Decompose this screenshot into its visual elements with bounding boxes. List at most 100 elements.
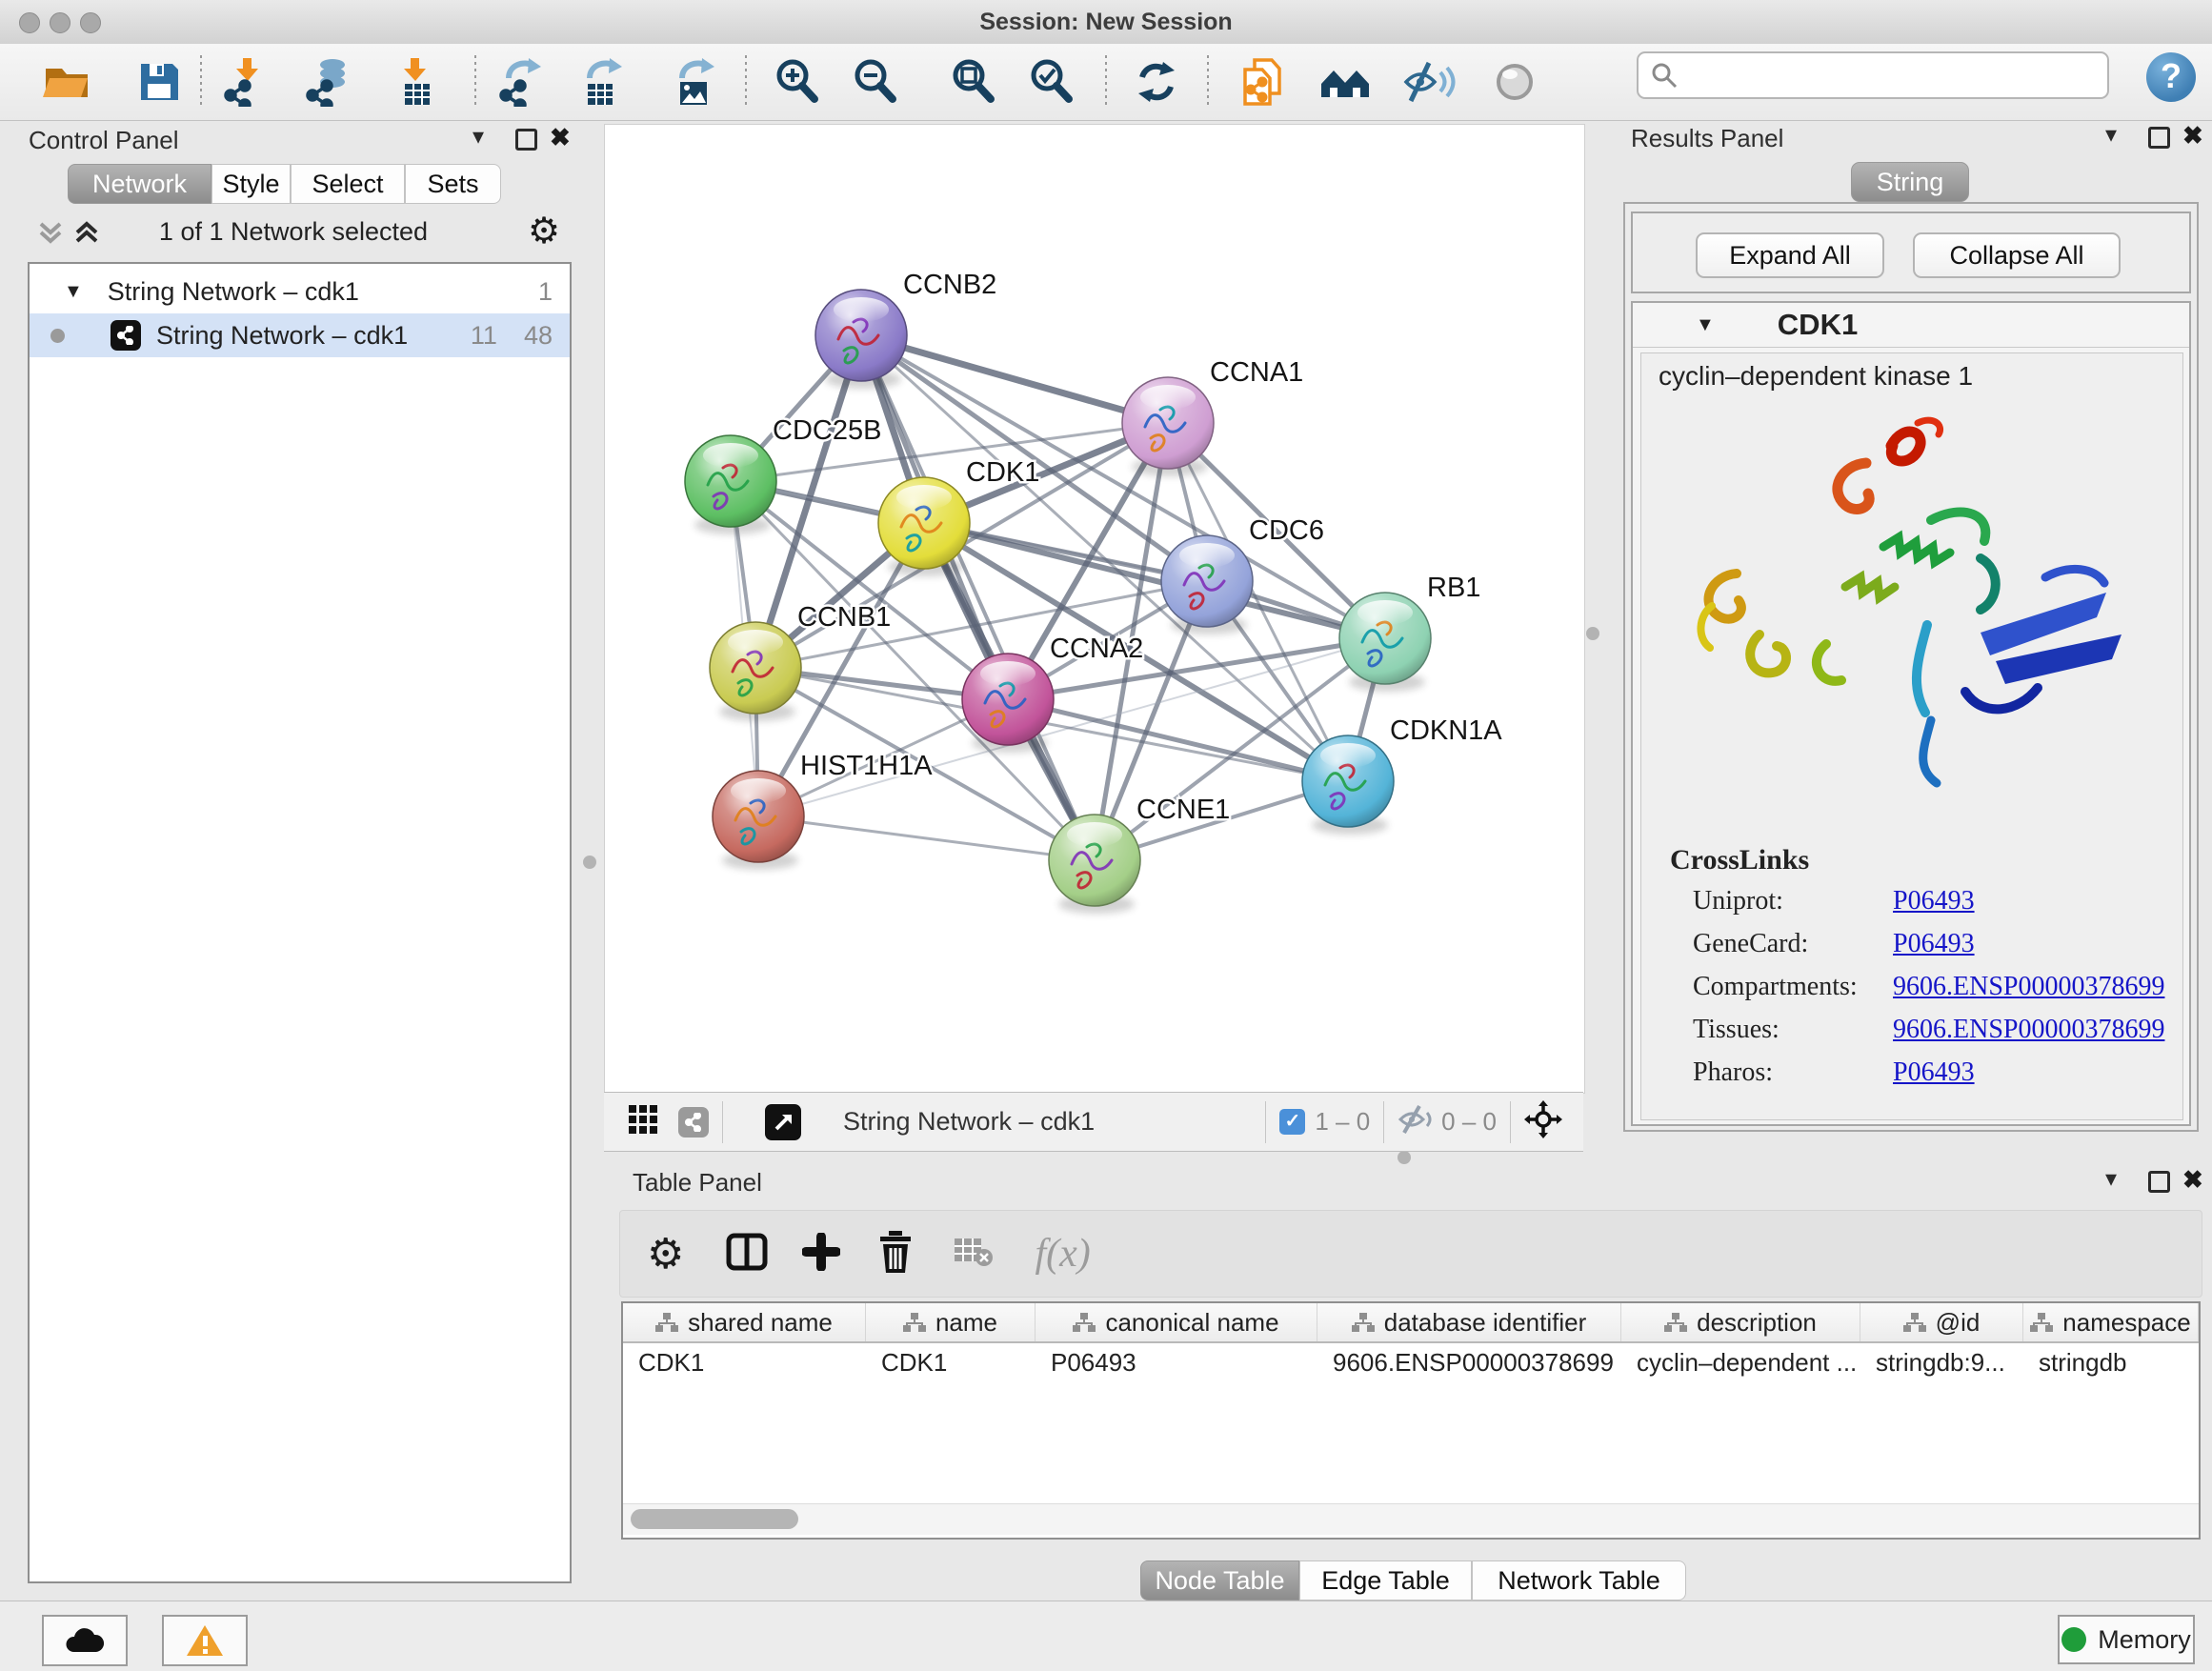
network-node-HIST1H1A[interactable] [713, 771, 804, 870]
network-node-CDC6[interactable] [1161, 535, 1253, 634]
crosslinks-list: Uniprot:P06493GeneCard:P06493Compartment… [1693, 879, 2169, 1094]
node-label-CCNB2: CCNB2 [903, 270, 996, 300]
column-tree-icon [1352, 1312, 1375, 1333]
help-icon[interactable]: ? [2146, 52, 2196, 102]
column-header-description[interactable]: description [1621, 1303, 1860, 1341]
crosslink-value-link[interactable]: P06493 [1893, 929, 1975, 959]
zoom-fit-icon[interactable] [943, 53, 1004, 111]
crosslink-value-link[interactable]: 9606.ENSP00000378699 [1893, 972, 2164, 1002]
cell-description[interactable]: cyclin–dependent ... [1621, 1343, 1860, 1381]
add-column-plus-icon[interactable] [802, 1233, 840, 1276]
network-node-CDKN1A[interactable] [1302, 735, 1394, 835]
delete-table-icon[interactable] [953, 1235, 995, 1274]
tab-string[interactable]: String [1851, 162, 1969, 202]
crosslink-value-link[interactable]: 9606.ENSP00000378699 [1893, 1015, 2164, 1045]
search-input[interactable] [1637, 51, 2109, 99]
network-edge-CCNB2-CCNE1[interactable] [861, 335, 1095, 860]
network-node-CDK1[interactable] [878, 477, 970, 576]
column-header-database-identifier[interactable]: database identifier [1317, 1303, 1621, 1341]
show-all-networks-icon[interactable] [1316, 53, 1377, 111]
collapse-triangle-icon[interactable]: ▼ [64, 281, 83, 303]
export-network-icon[interactable] [492, 53, 553, 111]
cloud-status-button[interactable] [42, 1615, 128, 1666]
cell-namespace[interactable]: stringdb [2023, 1343, 2199, 1381]
import-table-file-icon[interactable] [386, 53, 447, 111]
table-panel-menu-icon[interactable]: ▾ [2105, 1168, 2117, 1191]
section-collapse-triangle-icon[interactable]: ▼ [1696, 314, 1715, 336]
table-horizontal-scrollbar[interactable] [623, 1503, 2199, 1535]
hide-selected-eye-slash-icon[interactable] [1398, 53, 1459, 111]
network-node-CCNE1[interactable] [1049, 815, 1140, 914]
cell-shared-name[interactable]: CDK1 [623, 1343, 866, 1381]
network-node-CCNA1[interactable] [1122, 377, 1214, 476]
collapse-all-chevron-icon[interactable] [36, 219, 65, 252]
expand-all-chevron-icon[interactable] [72, 219, 101, 252]
pan-crosshair-icon[interactable] [1524, 1100, 1562, 1143]
network-node-CDC25B[interactable] [685, 435, 776, 534]
zoom-out-icon[interactable] [845, 53, 906, 111]
cell-name[interactable]: CDK1 [866, 1343, 1036, 1381]
tab-sets[interactable]: Sets [405, 164, 501, 204]
results-panel-menu-icon[interactable]: ▾ [2105, 124, 2117, 147]
control-panel-close-icon[interactable]: ✖ [550, 125, 571, 150]
tab-edge-table[interactable]: Edge Table [1299, 1560, 1472, 1601]
export-table-icon[interactable] [573, 53, 633, 111]
column-header-namespace[interactable]: namespace [2023, 1303, 2199, 1341]
tab-network-table[interactable]: Network Table [1472, 1560, 1686, 1601]
open-file-icon[interactable] [36, 53, 97, 111]
warning-status-button[interactable] [162, 1615, 248, 1666]
selected-nodes-checkbox-icon[interactable]: ✓ [1279, 1109, 1305, 1135]
delete-column-trash-icon[interactable] [876, 1231, 915, 1278]
column-header-shared-name[interactable]: shared name [623, 1303, 866, 1341]
control-panel-float-icon[interactable] [515, 129, 537, 151]
zoom-in-icon[interactable] [767, 53, 828, 111]
column-header-@id[interactable]: @id [1860, 1303, 2023, 1341]
network-options-gear-icon[interactable]: ⚙ [528, 210, 560, 252]
results-panel-float-icon[interactable] [2148, 127, 2170, 149]
network-canvas[interactable]: CCNB2CCNA1CDC25BCDK1CDC6RB1CCNB1CCNA2CDK… [604, 124, 1585, 1094]
network-node-CCNB1[interactable] [710, 622, 801, 721]
network-collection-row[interactable]: ▼ String Network – cdk1 1 [30, 270, 570, 313]
refresh-icon[interactable] [1126, 53, 1187, 111]
tab-node-table[interactable]: Node Table [1140, 1560, 1299, 1601]
column-header-canonical-name[interactable]: canonical name [1036, 1303, 1317, 1341]
left-splitter-handle[interactable] [583, 856, 596, 869]
crosslink-value-link[interactable]: P06493 [1893, 886, 1975, 916]
results-panel-close-icon[interactable]: ✖ [2182, 123, 2203, 148]
network-snapshot-icon[interactable] [1232, 53, 1293, 111]
scrollbar-thumb[interactable] [631, 1509, 798, 1529]
export-image-icon[interactable] [665, 53, 726, 111]
cell-@id[interactable]: stringdb:9... [1860, 1343, 2023, 1381]
zoom-selected-icon[interactable] [1021, 53, 1082, 111]
cdk1-section-header[interactable]: ▼ CDK1 [1633, 303, 2189, 348]
network-node-RB1[interactable] [1339, 593, 1431, 692]
right-splitter-handle[interactable] [1586, 627, 1599, 640]
table-panel-float-icon[interactable] [2148, 1171, 2170, 1193]
grid-view-icon[interactable] [629, 1105, 657, 1138]
network-edge-HIST1H1A-CCNE1[interactable] [758, 816, 1095, 860]
save-session-icon[interactable] [129, 53, 190, 111]
show-columns-icon[interactable] [726, 1233, 768, 1276]
cell-canonical-name[interactable]: P06493 [1036, 1343, 1317, 1381]
network-view-type-icon[interactable] [678, 1107, 709, 1137]
hidden-eye-slash-icon[interactable] [1398, 1104, 1434, 1139]
tab-network[interactable]: Network [68, 164, 211, 204]
function-builder-icon[interactable]: f(x) [1035, 1231, 1090, 1277]
bottom-splitter-handle[interactable] [1398, 1151, 1411, 1164]
memory-button[interactable]: Memory [2058, 1615, 2195, 1664]
table-gear-icon[interactable]: ⚙ [647, 1230, 684, 1278]
tab-style[interactable]: Style [211, 164, 291, 204]
table-panel-close-icon[interactable]: ✖ [2182, 1167, 2203, 1192]
control-panel-menu-icon[interactable]: ▾ [473, 126, 484, 149]
import-network-database-icon[interactable] [298, 53, 359, 111]
cell-database-identifier[interactable]: 9606.ENSP00000378699 [1317, 1343, 1621, 1381]
crosslink-value-link[interactable]: P06493 [1893, 1057, 1975, 1088]
tab-select[interactable]: Select [291, 164, 405, 204]
network-row-selected[interactable]: String Network – cdk1 11 48 [30, 313, 570, 357]
column-header-name[interactable]: name [866, 1303, 1036, 1341]
show-graphics-details-eye-icon[interactable] [1484, 53, 1545, 111]
expand-all-button[interactable]: Expand All [1696, 232, 1884, 278]
birdseye-view-icon[interactable] [765, 1104, 801, 1140]
import-network-file-icon[interactable] [216, 53, 277, 111]
collapse-all-button[interactable]: Collapse All [1913, 232, 2121, 278]
